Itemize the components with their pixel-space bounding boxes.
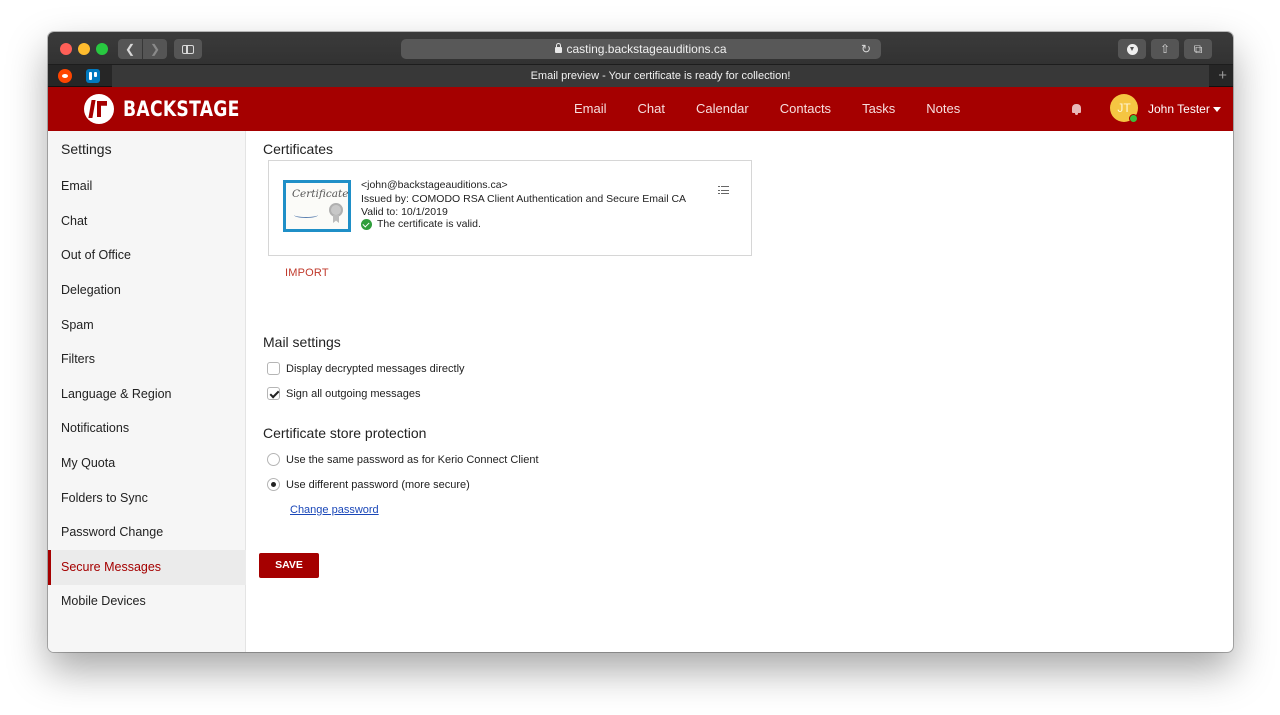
store-protection-heading: Certificate store protection bbox=[263, 425, 427, 441]
forward-button[interactable]: ❯ bbox=[143, 39, 167, 59]
menu-list-icon[interactable] bbox=[718, 186, 729, 195]
bell-icon[interactable] bbox=[1072, 104, 1081, 115]
settings-item-password-change[interactable]: Password Change bbox=[48, 515, 246, 550]
certificate-issuer: Issued by: COMODO RSA Client Authenticat… bbox=[361, 193, 687, 205]
reddit-icon[interactable] bbox=[58, 69, 72, 83]
reload-icon[interactable]: ↻ bbox=[861, 39, 871, 59]
save-button[interactable]: SAVE bbox=[259, 553, 319, 578]
certificate-card: Certificate <john@backstageauditions.ca>… bbox=[268, 160, 752, 256]
tab-bar: Email preview - Your certificate is read… bbox=[48, 65, 1233, 87]
sidebar-toggle-button[interactable] bbox=[174, 39, 202, 59]
user-name[interactable]: John Tester bbox=[1148, 87, 1210, 131]
import-button[interactable]: IMPORT bbox=[285, 267, 329, 279]
different-password-radio[interactable] bbox=[267, 478, 280, 491]
nav-email[interactable]: Email bbox=[574, 87, 607, 131]
signature-icon bbox=[294, 212, 318, 218]
logo-icon bbox=[84, 94, 114, 124]
mail-settings-heading: Mail settings bbox=[263, 334, 341, 350]
settings-sidebar: Settings Email Chat Out of Office Delega… bbox=[48, 131, 246, 652]
nav-calendar[interactable]: Calendar bbox=[696, 87, 749, 131]
certificates-heading: Certificates bbox=[263, 141, 334, 157]
app-header: BACKSTAGE Email Chat Calendar Contacts T… bbox=[48, 87, 1233, 131]
brand-name: BACKSTAGE bbox=[123, 97, 240, 121]
seal-icon bbox=[329, 203, 343, 217]
certificate-thumbnail: Certificate bbox=[283, 180, 351, 232]
nav-notes[interactable]: Notes bbox=[926, 87, 960, 131]
settings-item-out-of-office[interactable]: Out of Office bbox=[48, 238, 246, 273]
settings-item-notifications[interactable]: Notifications bbox=[48, 411, 246, 446]
settings-item-folders-to-sync[interactable]: Folders to Sync bbox=[48, 481, 246, 516]
certificate-status: The certificate is valid. bbox=[377, 218, 481, 230]
sign-outgoing-checkbox[interactable] bbox=[267, 387, 280, 400]
different-password-label[interactable]: Use different password (more secure) bbox=[286, 479, 470, 491]
nav-contacts[interactable]: Contacts bbox=[780, 87, 831, 131]
download-icon bbox=[1126, 44, 1138, 55]
browser-toolbar: ❮ ❯ casting.backstageauditions.ca ↻ ⇧ ⧉ bbox=[48, 32, 1233, 65]
chevron-left-icon: ❮ bbox=[124, 42, 136, 56]
settings-item-chat[interactable]: Chat bbox=[48, 204, 246, 239]
downloads-button[interactable] bbox=[1118, 39, 1146, 59]
settings-title: Settings bbox=[61, 141, 112, 157]
browser-window: ❮ ❯ casting.backstageauditions.ca ↻ ⇧ ⧉ … bbox=[48, 32, 1233, 652]
same-password-radio[interactable] bbox=[267, 453, 280, 466]
settings-item-filters[interactable]: Filters bbox=[48, 342, 246, 377]
back-button[interactable]: ❮ bbox=[118, 39, 142, 59]
change-password-link[interactable]: Change password bbox=[290, 504, 379, 516]
share-button[interactable]: ⇧ bbox=[1151, 39, 1179, 59]
same-password-label[interactable]: Use the same password as for Kerio Conne… bbox=[286, 454, 539, 466]
presence-status-icon bbox=[1129, 114, 1138, 123]
tabs-icon: ⧉ bbox=[1193, 42, 1203, 56]
url-text: casting.backstageauditions.ca bbox=[566, 42, 727, 56]
secure-messages-settings: Certificates Certificate <john@backstage… bbox=[246, 131, 1233, 652]
share-icon: ⇧ bbox=[1159, 42, 1171, 56]
certificate-email: <john@backstageauditions.ca> bbox=[361, 179, 508, 191]
display-decrypted-label[interactable]: Display decrypted messages directly bbox=[286, 363, 465, 375]
show-tabs-button[interactable]: ⧉ bbox=[1184, 39, 1212, 59]
brand-logo[interactable]: BACKSTAGE bbox=[84, 94, 265, 124]
address-bar[interactable]: casting.backstageauditions.ca ↻ bbox=[401, 39, 881, 59]
settings-item-spam[interactable]: Spam bbox=[48, 308, 246, 343]
tab-title: Email preview - Your certificate is read… bbox=[530, 70, 791, 82]
nav-tasks[interactable]: Tasks bbox=[862, 87, 895, 131]
main-nav: Email Chat Calendar Contacts Tasks Notes bbox=[574, 87, 991, 131]
check-badge-icon bbox=[361, 219, 372, 230]
settings-item-delegation[interactable]: Delegation bbox=[48, 273, 246, 308]
settings-item-email[interactable]: Email bbox=[48, 169, 246, 204]
chevron-right-icon: ❯ bbox=[149, 42, 161, 56]
maximize-window-button[interactable] bbox=[96, 43, 108, 55]
settings-item-mobile-devices[interactable]: Mobile Devices bbox=[48, 584, 246, 619]
close-window-button[interactable] bbox=[60, 43, 72, 55]
tab-email-preview[interactable]: Email preview - Your certificate is read… bbox=[112, 65, 1209, 87]
minimize-window-button[interactable] bbox=[78, 43, 90, 55]
certificate-valid-to: Valid to: 10/1/2019 bbox=[361, 206, 448, 218]
trello-icon[interactable] bbox=[86, 69, 100, 83]
settings-item-secure-messages[interactable]: Secure Messages bbox=[48, 550, 246, 585]
lock-icon bbox=[555, 43, 563, 53]
display-decrypted-checkbox[interactable] bbox=[267, 362, 280, 375]
nav-chat[interactable]: Chat bbox=[638, 87, 665, 131]
settings-item-my-quota[interactable]: My Quota bbox=[48, 446, 246, 481]
settings-item-language-region[interactable]: Language & Region bbox=[48, 377, 246, 412]
sidebar-icon bbox=[182, 45, 194, 54]
caret-down-icon[interactable] bbox=[1213, 107, 1221, 112]
sign-outgoing-label[interactable]: Sign all outgoing messages bbox=[286, 388, 421, 400]
certificate-image-text: Certificate bbox=[292, 188, 349, 200]
new-tab-button[interactable]: + bbox=[1218, 65, 1227, 87]
